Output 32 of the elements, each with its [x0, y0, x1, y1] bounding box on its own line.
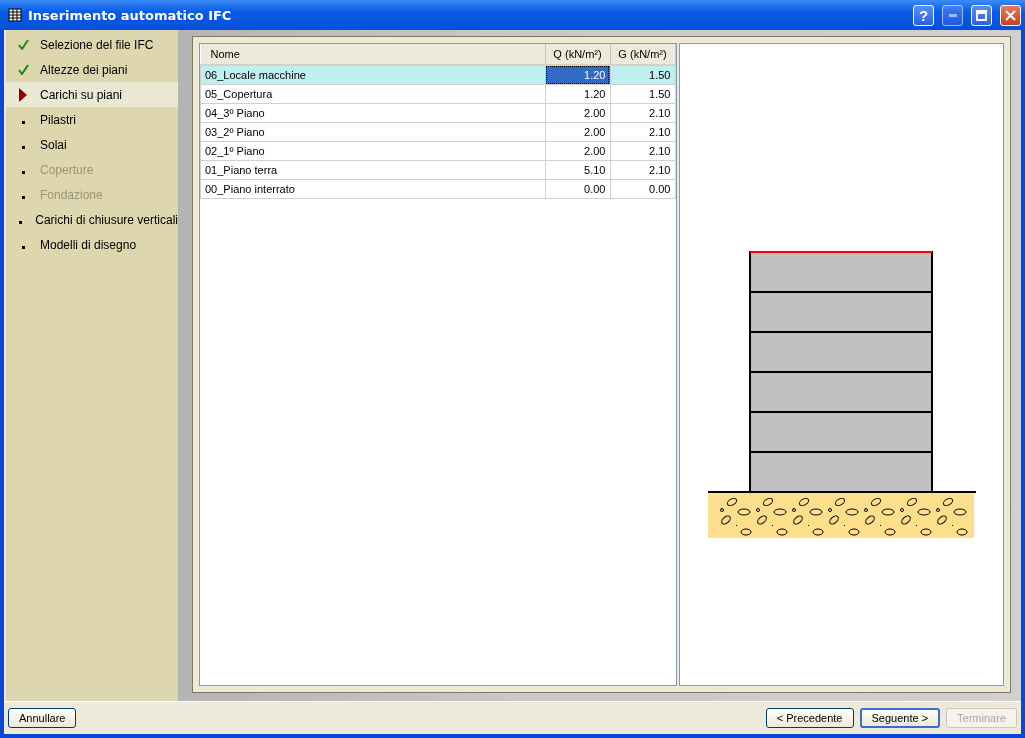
bullet-icon: [19, 221, 23, 224]
bullet-icon: [21, 246, 25, 249]
step-item[interactable]: Modelli di disegno: [6, 232, 178, 257]
step-item[interactable]: Pilastri: [6, 107, 178, 132]
step-item[interactable]: Solai: [6, 132, 178, 157]
table-cell: 06_Locale macchine: [200, 65, 545, 85]
grid-icon: [8, 8, 22, 22]
minimize-button[interactable]: [942, 4, 963, 26]
help-button[interactable]: ?: [913, 4, 934, 26]
step-item[interactable]: Selezione del file IFC: [6, 32, 178, 57]
bullet-icon: [21, 146, 25, 149]
window-title: Inserimento automatico IFC: [28, 7, 233, 23]
maximize-icon: [976, 9, 987, 21]
column-header[interactable]: Nome: [200, 44, 545, 65]
close-button[interactable]: [1000, 4, 1021, 26]
minimize-icon: [948, 13, 957, 17]
step-item[interactable]: Altezze dei piani: [6, 57, 178, 82]
step-item[interactable]: Carichi di chiusure verticali: [6, 207, 178, 232]
cancel-button[interactable]: Annullare: [8, 708, 77, 728]
step-item[interactable]: Carichi su piani: [6, 82, 178, 107]
bullet-icon: [21, 121, 25, 124]
column-header[interactable]: Q (kN/m²): [545, 44, 610, 65]
column-header[interactable]: G (kN/m²): [610, 44, 675, 65]
wizard-button[interactable]: < Precedente: [765, 708, 854, 728]
maximize-button[interactable]: [971, 4, 992, 26]
bullet-icon: [21, 196, 25, 199]
check-icon: [17, 39, 29, 50]
arrow-right-icon: [19, 87, 27, 102]
close-icon: [1005, 9, 1016, 21]
bullet-icon: [21, 171, 25, 174]
check-icon: [17, 64, 29, 75]
wizard-button[interactable]: Seguente >: [859, 708, 941, 728]
